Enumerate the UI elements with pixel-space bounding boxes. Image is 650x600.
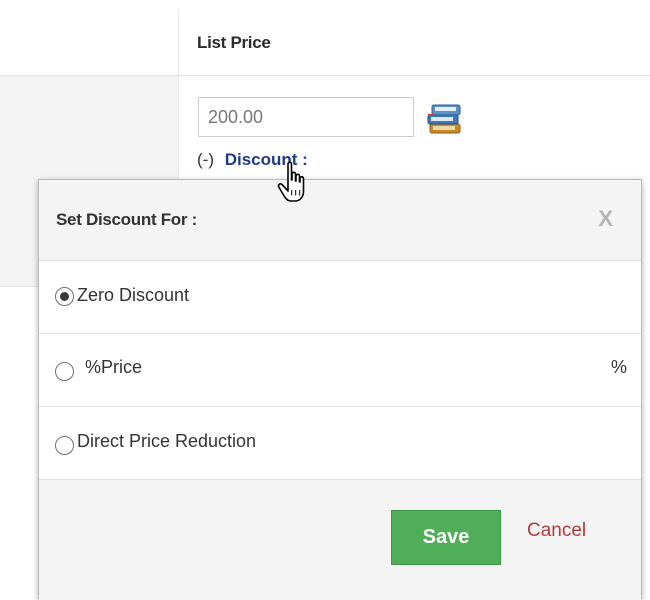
- column-divider: [178, 10, 179, 190]
- popup-footer: Save Cancel: [39, 480, 641, 600]
- table-header: [0, 0, 650, 76]
- direct-price-reduction-label: Direct Price Reduction: [77, 431, 257, 451]
- close-icon[interactable]: X: [598, 206, 613, 232]
- option-row-zero-discount[interactable]: Zero Discount: [39, 261, 641, 334]
- save-button[interactable]: Save: [391, 510, 501, 565]
- list-price-header: List Price: [197, 33, 271, 52]
- option-row-percent-price[interactable]: %Price %: [39, 334, 641, 407]
- zero-discount-label: Zero Discount: [77, 285, 190, 305]
- option-row-direct-price-reduction[interactable]: Direct Price Reduction: [39, 407, 641, 480]
- percent-price-label: %Price: [85, 357, 143, 377]
- popup-header: Set Discount For : X: [39, 180, 641, 261]
- percent-price-radio[interactable]: [55, 362, 74, 381]
- direct-price-reduction-radio[interactable]: [55, 436, 74, 455]
- books-icon[interactable]: [424, 97, 464, 137]
- percent-suffix: %: [610, 357, 627, 377]
- discount-sign: (-): [197, 150, 214, 169]
- zero-discount-radio[interactable]: [55, 287, 74, 306]
- list-price-input[interactable]: [198, 97, 414, 137]
- hand-pointer-icon: [276, 160, 312, 208]
- popup-title: Set Discount For :: [56, 210, 197, 229]
- cancel-link[interactable]: Cancel: [527, 520, 586, 542]
- discount-popup: Set Discount For : X Zero Discount %Pric…: [38, 179, 642, 600]
